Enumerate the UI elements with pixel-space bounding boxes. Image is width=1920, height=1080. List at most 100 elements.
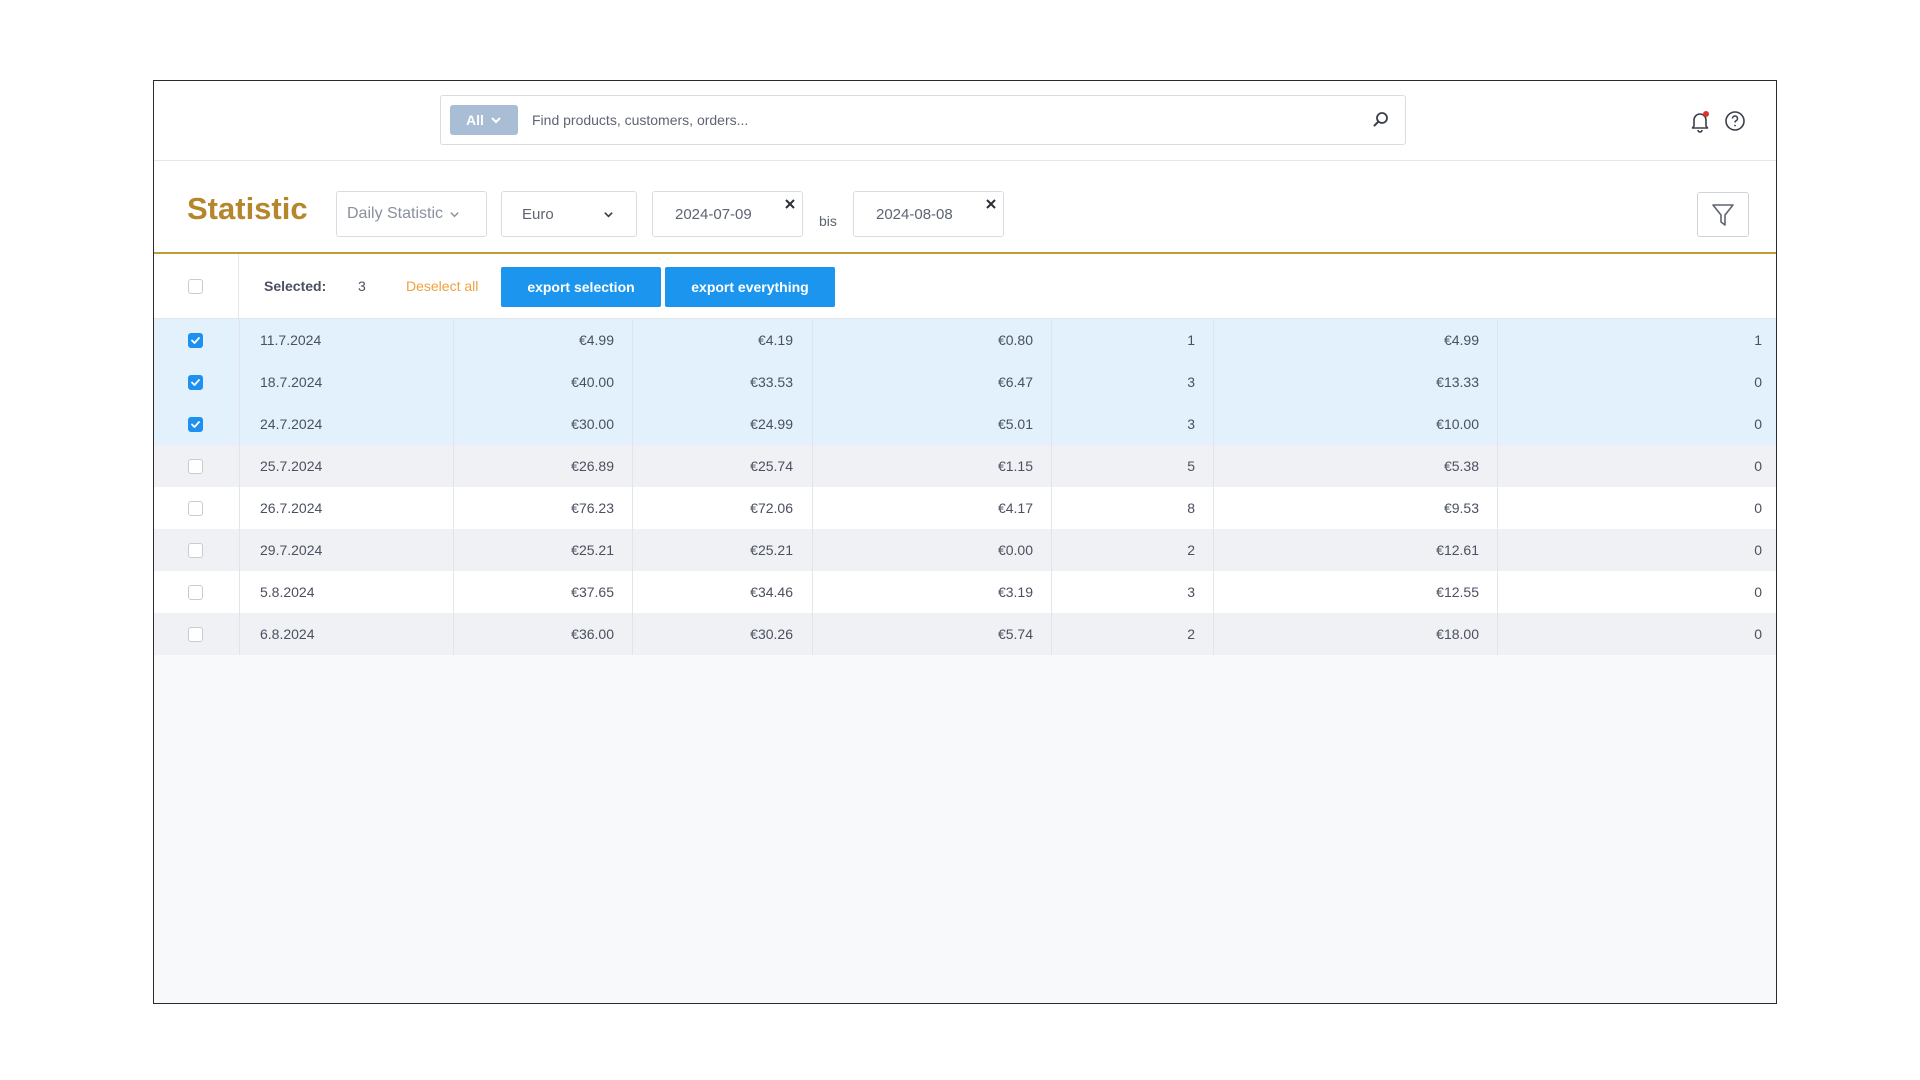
checkmark-icon bbox=[191, 379, 200, 386]
row-value-c6: 0 bbox=[1754, 416, 1762, 432]
row-value-c4: 2 bbox=[1187, 626, 1195, 642]
search-icon[interactable] bbox=[1371, 110, 1391, 130]
export-everything-button[interactable]: export everything bbox=[665, 267, 835, 307]
row-value-c5: €5.38 bbox=[1443, 458, 1479, 474]
row-checkbox[interactable] bbox=[188, 585, 203, 600]
row-value-c2: €34.46 bbox=[750, 584, 793, 600]
table-row[interactable]: 26.7.2024 €76.23 €72.06 €4.17 8 €9.53 0 bbox=[154, 487, 1776, 529]
row-checkbox[interactable] bbox=[188, 375, 203, 390]
row-value-c3: €4.17 bbox=[997, 500, 1033, 516]
selection-toolbar: Selected: 3 Deselect all export selectio… bbox=[154, 254, 1776, 319]
row-checkbox[interactable] bbox=[188, 333, 203, 348]
table-row[interactable]: 29.7.2024 €25.21 €25.21 €0.00 2 €12.61 0 bbox=[154, 529, 1776, 571]
help-icon[interactable] bbox=[1724, 110, 1746, 132]
row-checkbox[interactable] bbox=[188, 501, 203, 516]
row-value-c2: €72.06 bbox=[750, 500, 793, 516]
column-divider bbox=[1497, 319, 1498, 655]
row-value-c4: 5 bbox=[1187, 458, 1195, 474]
table-row[interactable]: 24.7.2024 €30.00 €24.99 €5.01 3 €10.00 0 bbox=[154, 403, 1776, 445]
row-value-c5: €9.53 bbox=[1443, 500, 1479, 516]
select-all-cell bbox=[154, 254, 239, 319]
column-divider bbox=[1213, 319, 1214, 655]
row-value-c2: €4.19 bbox=[757, 332, 793, 348]
row-value-c6: 0 bbox=[1754, 626, 1762, 642]
statistic-type-value: Daily Statistic bbox=[347, 205, 444, 222]
column-divider bbox=[1051, 319, 1052, 655]
table-row[interactable]: 5.8.2024 €37.65 €34.46 €3.19 3 €12.55 0 bbox=[154, 571, 1776, 613]
chevron-down-icon bbox=[491, 117, 501, 124]
select-all-checkbox[interactable] bbox=[188, 279, 203, 294]
selected-label: Selected: bbox=[264, 278, 327, 294]
row-value-c1: €4.99 bbox=[578, 332, 614, 348]
table-row[interactable]: 25.7.2024 €26.89 €25.74 €1.15 5 €5.38 0 bbox=[154, 445, 1776, 487]
row-value-c4: 3 bbox=[1187, 374, 1195, 390]
row-value-c1: €25.21 bbox=[571, 542, 614, 558]
table-row[interactable]: 6.8.2024 €36.00 €30.26 €5.74 2 €18.00 0 bbox=[154, 613, 1776, 655]
row-value-c1: €40.00 bbox=[571, 374, 614, 390]
row-date: 6.8.2024 bbox=[260, 626, 315, 642]
clear-date-to-icon[interactable] bbox=[985, 198, 997, 210]
row-value-c6: 1 bbox=[1754, 332, 1762, 348]
row-value-c3: €3.19 bbox=[997, 584, 1033, 600]
row-value-c1: €30.00 bbox=[571, 416, 614, 432]
row-value-c2: €30.26 bbox=[750, 626, 793, 642]
row-value-c2: €33.53 bbox=[750, 374, 793, 390]
row-value-c2: €25.21 bbox=[750, 542, 793, 558]
row-value-c2: €25.74 bbox=[750, 458, 793, 474]
row-value-c3: €0.00 bbox=[997, 542, 1033, 558]
date-from-field[interactable]: 2024-07-09 bbox=[652, 191, 803, 237]
row-value-c4: 8 bbox=[1187, 500, 1195, 516]
row-value-c3: €5.01 bbox=[997, 416, 1033, 432]
row-checkbox[interactable] bbox=[188, 459, 203, 474]
chevron-down-icon bbox=[604, 211, 613, 218]
search-scope-label: All bbox=[466, 112, 484, 128]
filter-funnel-icon bbox=[1712, 203, 1734, 226]
row-value-c6: 0 bbox=[1754, 500, 1762, 516]
row-date: 29.7.2024 bbox=[260, 542, 323, 558]
export-selection-button[interactable]: export selection bbox=[501, 267, 661, 307]
row-value-c1: €37.65 bbox=[571, 584, 614, 600]
table-row[interactable]: 18.7.2024 €40.00 €33.53 €6.47 3 €13.33 0 bbox=[154, 361, 1776, 403]
row-value-c5: €18.00 bbox=[1436, 626, 1479, 642]
top-bar: All bbox=[154, 81, 1776, 161]
clear-date-from-icon[interactable] bbox=[784, 198, 796, 210]
row-value-c1: €36.00 bbox=[571, 626, 614, 642]
page-title: Statistic bbox=[187, 191, 308, 226]
search-input[interactable] bbox=[532, 112, 1371, 128]
row-value-c3: €6.47 bbox=[997, 374, 1033, 390]
row-date: 18.7.2024 bbox=[260, 374, 323, 390]
table-row[interactable]: 11.7.2024 €4.99 €4.19 €0.80 1 €4.99 1 bbox=[154, 319, 1776, 361]
statistic-type-select[interactable]: Daily Statistic bbox=[336, 191, 487, 237]
row-value-c1: €76.23 bbox=[571, 500, 614, 516]
row-checkbox[interactable] bbox=[188, 627, 203, 642]
search-scope-dropdown[interactable]: All bbox=[450, 105, 518, 135]
filter-button[interactable] bbox=[1697, 192, 1749, 237]
row-date: 25.7.2024 bbox=[260, 458, 323, 474]
row-value-c3: €0.80 bbox=[997, 332, 1033, 348]
row-value-c5: €4.99 bbox=[1443, 332, 1479, 348]
row-value-c5: €12.61 bbox=[1436, 542, 1479, 558]
notification-bell-icon[interactable] bbox=[1688, 109, 1712, 133]
selected-count: 3 bbox=[358, 278, 366, 294]
row-value-c4: 3 bbox=[1187, 416, 1195, 432]
row-value-c6: 0 bbox=[1754, 542, 1762, 558]
deselect-all-link[interactable]: Deselect all bbox=[406, 278, 478, 294]
column-divider bbox=[453, 319, 454, 655]
currency-select[interactable]: Euro bbox=[501, 191, 637, 237]
column-divider bbox=[812, 319, 813, 655]
date-range-separator: bis bbox=[819, 213, 837, 229]
row-value-c1: €26.89 bbox=[571, 458, 614, 474]
statistics-table: 11.7.2024 €4.99 €4.19 €0.80 1 €4.99 1 18.7.2024… bbox=[154, 319, 1776, 655]
row-value-c5: €10.00 bbox=[1436, 416, 1479, 432]
page-header: Statistic Daily Statistic Euro 2024-07-0… bbox=[154, 161, 1776, 254]
date-to-value: 2024-08-08 bbox=[876, 205, 953, 223]
row-value-c4: 3 bbox=[1187, 584, 1195, 600]
date-from-value: 2024-07-09 bbox=[675, 205, 752, 223]
row-value-c6: 0 bbox=[1754, 458, 1762, 474]
row-value-c4: 1 bbox=[1187, 332, 1195, 348]
row-checkbox[interactable] bbox=[188, 543, 203, 558]
row-value-c6: 0 bbox=[1754, 374, 1762, 390]
date-to-field[interactable]: 2024-08-08 bbox=[853, 191, 1004, 237]
row-checkbox[interactable] bbox=[188, 417, 203, 432]
column-divider bbox=[632, 319, 633, 655]
